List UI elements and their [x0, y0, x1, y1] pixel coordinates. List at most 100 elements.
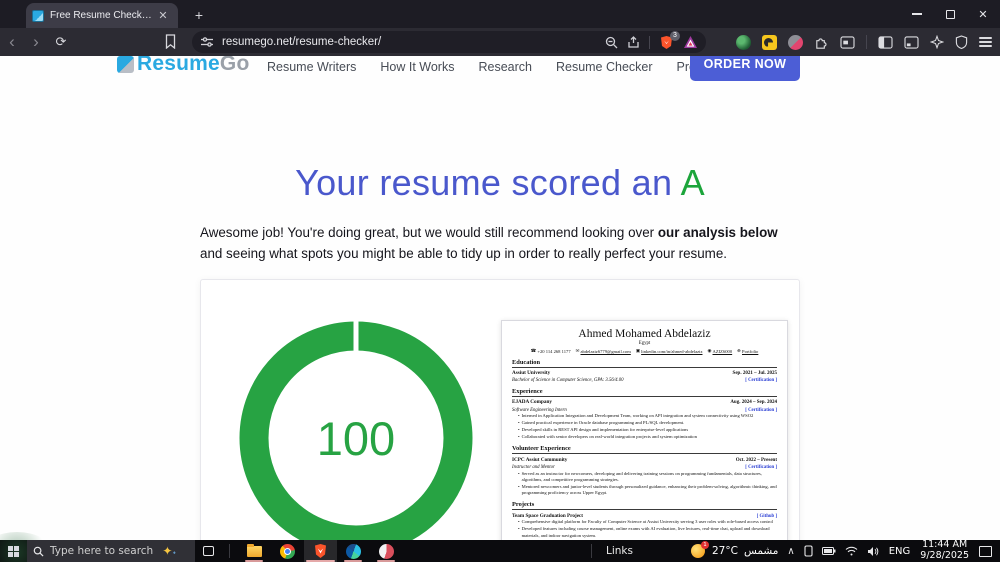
language-indicator[interactable]: ENG [889, 546, 911, 557]
your-phone-icon[interactable] [804, 545, 813, 557]
reload-icon[interactable] [48, 34, 74, 50]
taskbar-edge[interactable] [337, 540, 370, 562]
logo-text-resume: Resume [137, 56, 220, 75]
resume-entry-header: Team Space Graduation Project [ Github ] [512, 513, 777, 519]
new-tab-button[interactable] [190, 6, 208, 24]
back-icon[interactable] [0, 30, 24, 54]
search-placeholder: Type here to search [50, 545, 154, 557]
weather-sun-icon: 1 [690, 541, 709, 558]
url-text[interactable]: resumego.net/resume-checker/ [222, 36, 596, 48]
links-toolbar[interactable]: Links [606, 545, 633, 557]
score-card: 100 Document Synopsis Ahmed Mohamed Abde… [200, 279, 800, 540]
resume-entry-title: ICPC Assiut Community [512, 456, 568, 463]
certification-link[interactable]: [ Certification ] [745, 378, 777, 383]
nav-item-resume-writers[interactable]: Resume Writers [267, 60, 356, 74]
resume-preview[interactable]: Ahmed Mohamed Abdelaziz Egypt ☎ +20 114 2… [501, 320, 788, 540]
extension-icon[interactable] [762, 34, 777, 50]
forward-icon[interactable] [24, 30, 48, 54]
resume-contact[interactable]: ▣ linkedin.com/in/ahmed-abdelaziz [636, 348, 703, 354]
window-close-button[interactable] [966, 0, 1000, 28]
certification-link[interactable]: [ Certification ] [745, 465, 777, 470]
taskbar-search[interactable]: Type here to search [27, 540, 195, 562]
resume-bullet: • Developed skills in REST API design and… [518, 427, 777, 433]
page-subtitle: Awesome job! You're doing great, but we … [200, 225, 778, 261]
certification-link[interactable]: [ Certification ] [745, 408, 777, 413]
extension-icon[interactable] [736, 34, 751, 50]
email-icon: ✉ [575, 348, 580, 353]
resume-contact-text: Portfolio [742, 348, 759, 354]
tab-close-icon[interactable] [156, 9, 170, 23]
taskbar-clock[interactable]: 11:44 AM 9/28/2025 [920, 539, 969, 562]
taskbar-file-explorer[interactable] [238, 540, 271, 562]
resume-contact-text: +20 114 268 1177 [537, 348, 571, 354]
order-now-button[interactable]: ORDER NOW [690, 56, 800, 81]
entry-dates: Aug. 2024 – Sep. 2024 [730, 400, 777, 406]
wifi-icon[interactable] [845, 546, 858, 556]
extensions-puzzle-icon[interactable] [814, 35, 829, 50]
weather-temperature: 27°C [711, 545, 738, 557]
nav-item-how-it-works[interactable]: How It Works [380, 60, 454, 74]
bullet-dot: • [518, 483, 520, 489]
analysis-below-emphasis: our analysis below [657, 225, 778, 240]
resumego-logo[interactable]: ResumeGo [117, 56, 249, 76]
resume-contact-text: linkedin.com/in/ahmed-abdelaziz [641, 348, 703, 354]
site-settings-icon[interactable] [200, 35, 214, 49]
chrome-icon [280, 543, 295, 559]
resume-contact: ☎ +20 114 268 1177 [531, 348, 571, 354]
resume-bullet-text: Comprehensive digital platform for Facul… [521, 519, 773, 525]
bookmark-icon[interactable] [164, 34, 177, 49]
bullet-dot: • [518, 526, 520, 532]
share-icon[interactable] [627, 35, 640, 49]
toolbar-extensions [736, 28, 992, 56]
bullet-dot: • [518, 427, 520, 433]
resume-name: Ahmed Mohamed Abdelaziz [578, 328, 711, 340]
system-tray: Links 1 27°C مشمس ENG 11:44 AM 9/2 [583, 539, 1000, 562]
zoom-out-icon[interactable] [605, 36, 618, 49]
extension-icon[interactable] [788, 34, 803, 50]
resume-bullet: • Collaborated with senior developers on … [518, 434, 777, 440]
taskbar-app[interactable] [370, 540, 403, 562]
task-view-button[interactable] [195, 546, 221, 556]
start-button[interactable] [0, 540, 27, 562]
clock-date: 9/28/2025 [920, 550, 969, 561]
taskbar-weather[interactable]: 1 27°C مشمس [690, 541, 779, 558]
resume-contact[interactable]: ◉ AZIZ6000 [707, 348, 732, 354]
search-highlights-icon[interactable] [157, 544, 181, 558]
leo-ai-sparkle-icon[interactable] [930, 35, 944, 49]
resume-contact[interactable]: ✉ abdelaziz6779@gmail.com [576, 348, 631, 354]
taskbar-brave-active[interactable] [304, 540, 337, 562]
hidden-icons-chevron[interactable] [787, 546, 794, 557]
globe-icon: ⊕ [737, 348, 742, 353]
brave-shields-icon[interactable]: 3 [659, 30, 680, 50]
taskbar: Type here to search Links 1 27°C مشمس [0, 532, 1000, 562]
score-value: 100 [316, 411, 396, 465]
weather-condition: مشمس [743, 545, 779, 557]
window-minimize-button[interactable] [900, 0, 934, 28]
volume-icon[interactable] [867, 546, 879, 557]
tab-title: Free Resume Checker and Scanner [50, 10, 156, 21]
wallet-icon[interactable] [904, 35, 919, 49]
battery-icon[interactable] [821, 547, 836, 555]
nav-item-resume-checker[interactable]: Resume Checker [556, 60, 653, 74]
browser-tab[interactable]: Free Resume Checker and Scanner [26, 3, 178, 28]
action-center-icon[interactable] [979, 545, 992, 557]
bullet-dot: • [518, 434, 520, 440]
github-link[interactable]: [ Github ] [757, 514, 777, 519]
screen: Free Resume Checker and Scanner resumego… [0, 0, 1000, 562]
resume-bullet: • Comprehensive digital platform for Facu… [518, 519, 777, 525]
resume-contact[interactable]: ⊕ Portfolio [737, 348, 758, 354]
resume-bullet-text: Gained practical experience in Oracle da… [521, 420, 685, 426]
vpn-shield-icon[interactable] [955, 35, 968, 49]
taskbar-chrome[interactable] [271, 540, 304, 562]
resume-bullet-text: Developed skills in REST API design and … [521, 427, 689, 433]
search-in-page-icon[interactable] [840, 35, 855, 49]
sidebar-icon[interactable] [878, 35, 893, 49]
page-title: Your resume scored an A [295, 162, 705, 203]
window-maximize-button[interactable] [933, 0, 967, 28]
brave-rewards-icon[interactable] [683, 35, 698, 49]
menu-icon[interactable] [979, 37, 992, 47]
url-bar[interactable]: resumego.net/resume-checker/ 3 [192, 30, 706, 53]
nav-item-research[interactable]: Research [478, 60, 532, 74]
folder-icon [247, 543, 262, 557]
tab-favicon [32, 9, 44, 22]
